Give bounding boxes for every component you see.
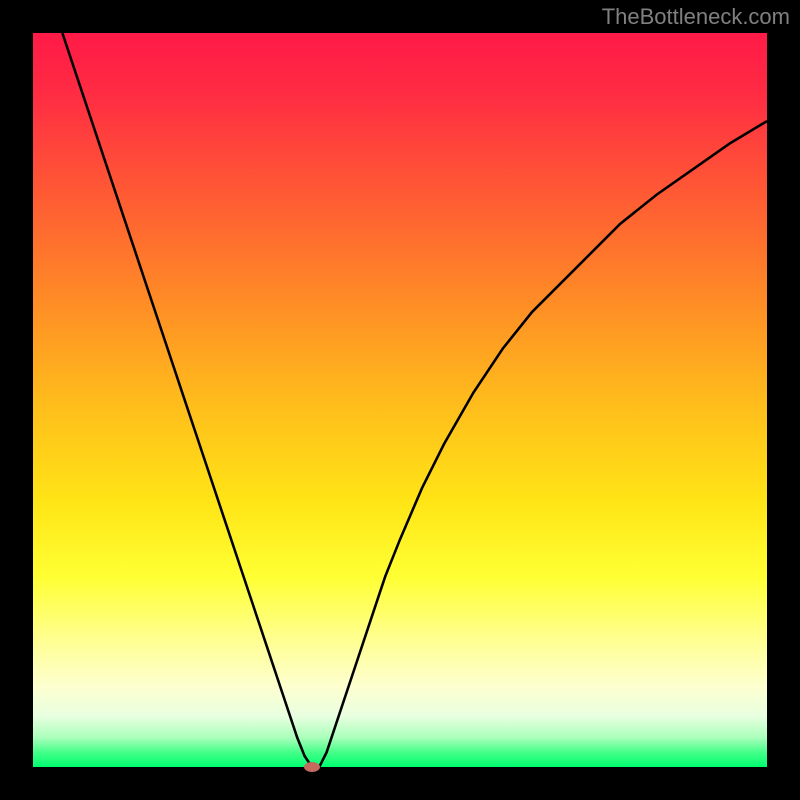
chart-plot-area bbox=[33, 33, 767, 767]
attribution-text: TheBottleneck.com bbox=[602, 4, 790, 30]
bottleneck-curve bbox=[33, 33, 767, 767]
optimal-point-marker bbox=[304, 762, 320, 772]
